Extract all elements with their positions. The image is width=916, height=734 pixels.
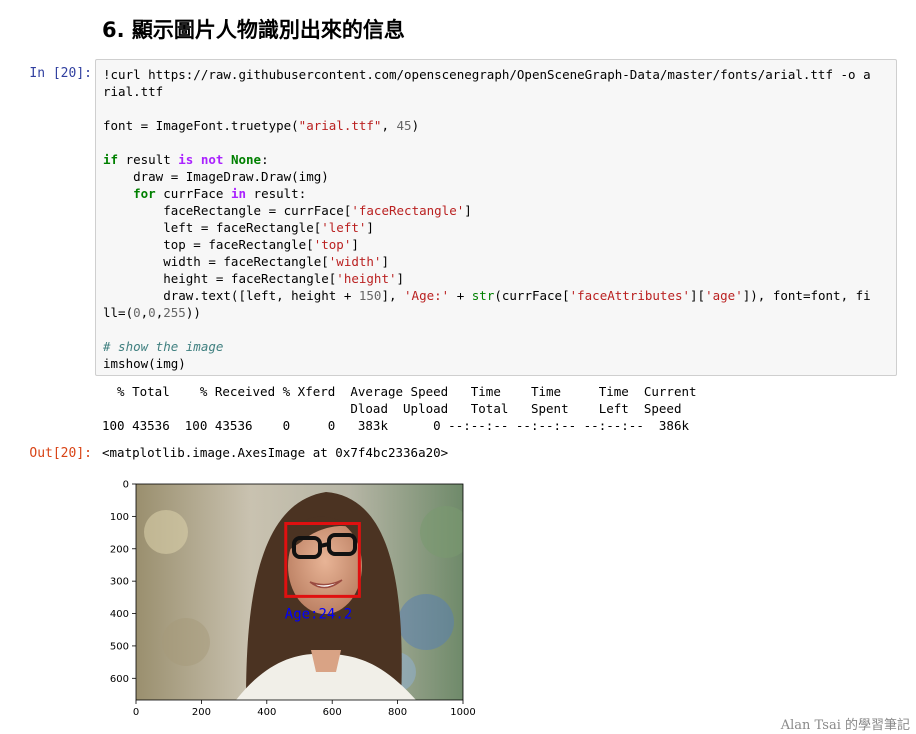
y-tick-label: 500 [110,641,129,652]
matplotlib-figure: Age:24.2 0 200 400 600 800 1000 0 100 200 300 400… [110,480,476,719]
stream-output: % Total % Received % Xferd Average Speed… [102,383,697,434]
code-line: draw = ImageDraw.Draw(img) [103,169,329,184]
code-line: ll=(0,0,255)) [103,305,201,320]
age-label: Age:24.2 [285,606,352,622]
x-tick-label: 600 [323,707,342,718]
code-line: height = faceRectangle['height'] [103,271,405,286]
code-line: draw.text([left, height + 150], 'Age:' +… [103,288,871,303]
code-cell-input[interactable]: !curl https://raw.githubusercontent.com/… [95,59,897,376]
y-axis: 0 100 200 300 400 500 600 [110,480,136,685]
y-tick-label: 400 [110,609,129,620]
y-tick-label: 300 [110,577,129,588]
code-line: imshow(img) [103,356,186,371]
output-repr: <matplotlib.image.AxesImage at 0x7f4bc23… [102,445,449,460]
code-line: font = ImageFont.truetype("arial.ttf", 4… [103,118,420,133]
x-tick-label: 0 [133,707,139,718]
x-tick-label: 400 [257,707,276,718]
y-tick-label: 100 [110,512,129,523]
code-line: width = faceRectangle['width'] [103,254,389,269]
code-line: !curl https://raw.githubusercontent.com/… [103,67,871,82]
code-line: top = faceRectangle['top'] [103,237,359,252]
y-tick-label: 600 [110,674,129,685]
watermark: Alan Tsai 的學習筆記 [780,718,910,733]
code-line: if result is not None: [103,152,269,167]
x-tick-label: 800 [388,707,407,718]
code-line: # show the image [103,339,224,354]
section-heading: 6. 顯示圖片人物識別出來的信息 [102,18,405,42]
stream-line: Dload Upload Total Spent Left Speed [102,401,682,416]
stream-line: % Total % Received % Xferd Average Speed… [102,384,697,399]
code-line: for currFace in result: [133,186,307,201]
code-editor[interactable]: !curl https://raw.githubusercontent.com/… [103,66,871,372]
stream-line: 100 43536 100 43536 0 0 383k 0 --:--:-- … [102,418,689,433]
x-tick-label: 200 [192,707,211,718]
code-line: faceRectangle = currFace['faceRectangle'… [103,203,472,218]
photo-image [136,484,463,700]
input-prompt: In [20]: [29,66,92,81]
y-tick-label: 200 [110,544,129,555]
code-line: left = faceRectangle['left'] [103,220,374,235]
code-line: rial.ttf [103,84,164,99]
x-axis: 0 200 400 600 800 1000 [133,700,476,718]
output-prompt: Out[20]: [29,446,92,461]
x-tick-label: 1000 [450,707,475,718]
y-tick-label: 0 [123,480,129,491]
